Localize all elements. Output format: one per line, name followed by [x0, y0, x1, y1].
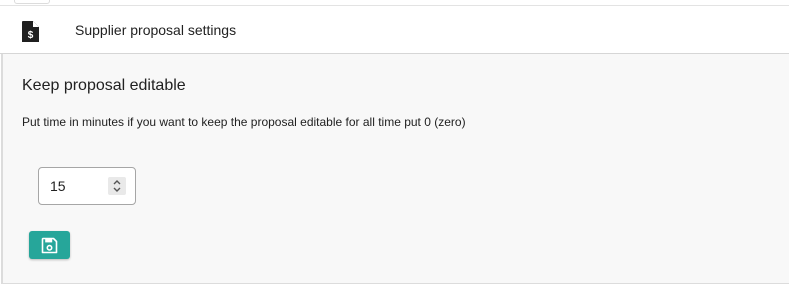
floppy-disk-icon — [41, 237, 58, 254]
chevron-up-icon[interactable] — [112, 178, 122, 186]
section-description: Put time in minutes if you want to keep … — [22, 115, 466, 129]
section-title: Keep proposal editable — [22, 77, 186, 94]
supplier-proposal-settings-page: $ Supplier proposal settings Keep propos… — [0, 0, 789, 285]
editable-minutes-input[interactable]: 15 — [38, 167, 136, 205]
editable-minutes-value[interactable]: 15 — [50, 178, 66, 194]
top-tab-remnant — [14, 0, 50, 4]
save-button[interactable] — [29, 231, 70, 259]
keep-proposal-editable-panel: Keep proposal editable Put time in minut… — [1, 54, 789, 284]
invoice-dollar-file-icon: $ — [22, 21, 39, 42]
page-title: Supplier proposal settings — [75, 22, 237, 38]
settings-header: $ Supplier proposal settings — [0, 6, 789, 54]
number-spinner[interactable] — [108, 177, 126, 195]
svg-text:$: $ — [28, 30, 34, 41]
chevron-down-icon[interactable] — [112, 186, 122, 194]
